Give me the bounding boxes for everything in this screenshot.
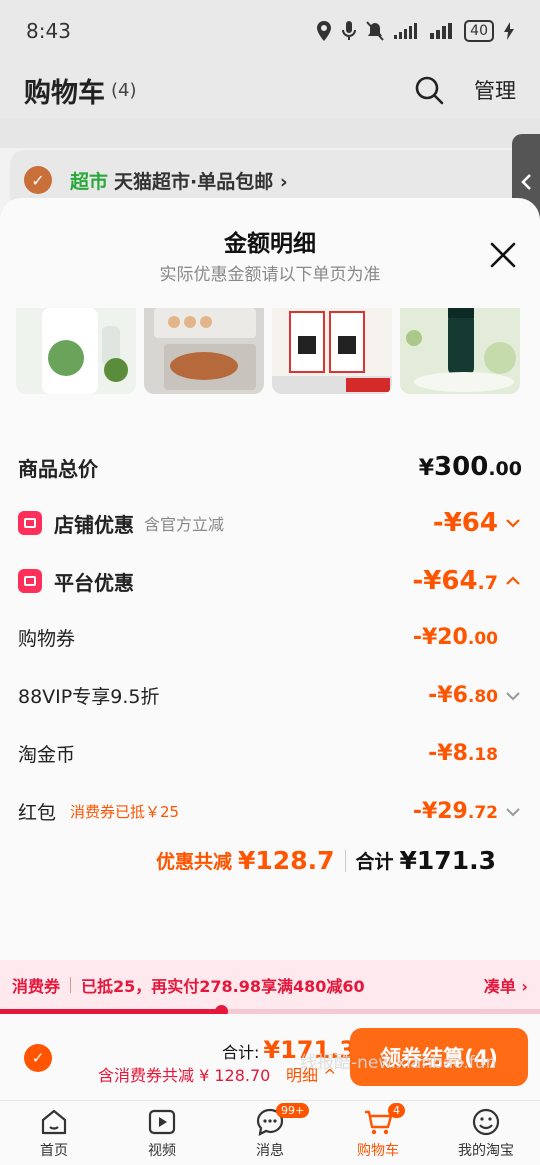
battery-indicator: 40: [464, 20, 494, 42]
item-label: 购物券: [18, 628, 76, 650]
tab-label: 视频: [148, 1143, 176, 1159]
item-label: 红包: [18, 802, 57, 824]
product-thumb-3[interactable]: [272, 308, 392, 394]
product-thumb-1[interactable]: [16, 308, 136, 394]
tab-cart[interactable]: 4 购物车: [324, 1101, 432, 1165]
row-red-packet[interactable]: 红包 消费券已抵￥25 -¥29 .72: [18, 798, 522, 825]
product-thumbnails: [0, 308, 540, 394]
platform-discount-value: -¥64 .7: [412, 566, 498, 596]
mute-icon: [366, 21, 384, 41]
item-value: -¥20 .00: [412, 625, 498, 650]
charging-icon: [504, 22, 514, 40]
product-thumb-4[interactable]: [400, 308, 520, 394]
voucher-tag: 消费券: [12, 977, 61, 996]
cart-badge: 4: [388, 1103, 405, 1118]
row-shopping-voucher: 购物券 -¥20 .00: [18, 624, 522, 651]
goods-total-value: ¥ 300 .00: [418, 452, 522, 482]
status-bar: 8:43 40: [0, 0, 540, 62]
voucher-text: 已抵25，再实付278.98享满480减60: [81, 977, 365, 996]
platform-discount-icon: [18, 569, 42, 593]
chevron-left-icon: [521, 174, 531, 190]
bottom-tab-bar: 首页 视频 99+ 消息 4 购物车 我的淘宝: [0, 1100, 540, 1165]
red-packet-note: 消费券已抵￥25: [70, 803, 180, 821]
checkout-discount-text: 含消费券共减 ¥ 128.70: [98, 1066, 271, 1085]
close-icon[interactable]: [490, 242, 516, 268]
manage-button[interactable]: 管理: [474, 75, 516, 105]
cart-header: 购物车 (4) 管理: [0, 62, 540, 118]
tab-home[interactable]: 首页: [0, 1101, 108, 1165]
cart-count: (4): [111, 79, 137, 101]
location-icon: [317, 21, 332, 41]
platform-discount-label: 平台优惠: [54, 570, 134, 595]
amount-detail-sheet: 金额明细 实际优惠金额请以下单页为准 商品总价 ¥ 300 .00 店铺优惠 含…: [0, 198, 540, 960]
store-discount-icon: [18, 511, 42, 535]
select-all-checkbox[interactable]: ✓: [24, 1044, 52, 1072]
goods-total-label: 商品总价: [18, 456, 98, 481]
store-name: 天猫超市·单品包邮 ›: [114, 170, 288, 193]
watermark: 线报酷-new.xianbao.fun: [300, 1053, 497, 1073]
add-items-link[interactable]: 凑单 ›: [484, 973, 528, 997]
row-88vip-discount[interactable]: 88VIP专享9.5折 -¥6 .80: [18, 682, 522, 709]
store-discount-label: 店铺优惠: [54, 512, 134, 537]
chevron-down-icon: [506, 807, 520, 816]
tab-label: 消息: [256, 1143, 284, 1159]
status-time: 8:43: [26, 19, 71, 43]
item-value: -¥29 .72: [412, 799, 498, 824]
signal-icon-2: [430, 23, 453, 39]
message-badge: 99+: [276, 1103, 310, 1118]
product-thumb-2[interactable]: [144, 308, 264, 394]
status-icons: 40: [316, 20, 514, 42]
chevron-up-icon: [506, 576, 520, 585]
store-discount-value: -¥64: [432, 508, 498, 538]
mic-icon: [342, 21, 357, 40]
checkout-total-label: 合计:: [222, 1043, 260, 1062]
chevron-down-icon: [506, 691, 520, 700]
grand-total-label: 合计: [355, 851, 394, 873]
tab-label: 我的淘宝: [458, 1143, 514, 1159]
store-discount-note: 含官方立减: [144, 515, 225, 534]
row-goods-total: 商品总价 ¥ 300 .00: [18, 452, 522, 482]
voucher-bar[interactable]: 消费券 已抵25，再实付278.98享满480减60 凑单 ›: [0, 960, 540, 1010]
signal-icon-1: [394, 23, 418, 39]
background-product-strip: [0, 118, 540, 148]
checkout-bar: ✓ 合计: ¥171.30 含消费券共减 ¥ 128.70 明细 ^ 领券结算(…: [0, 1014, 540, 1100]
discount-total-value: ¥128.7: [238, 846, 335, 875]
row-platform-discount[interactable]: 平台优惠 -¥64 .7: [18, 566, 522, 596]
row-store-discount[interactable]: 店铺优惠 含官方立减 -¥64: [18, 508, 522, 538]
sheet-title: 金额明细: [224, 231, 316, 257]
store-check-icon: ✓: [24, 166, 52, 194]
page-title: 购物车: [24, 77, 105, 109]
profile-icon: [472, 1108, 500, 1136]
home-icon: [41, 1109, 67, 1135]
tab-label: 购物车: [357, 1143, 399, 1159]
chevron-down-icon: [506, 519, 520, 528]
tab-profile[interactable]: 我的淘宝: [432, 1101, 540, 1165]
item-label: 88VIP专享9.5折: [18, 686, 160, 708]
item-value: -¥6 .80: [428, 683, 498, 708]
video-icon: [148, 1109, 176, 1135]
divider: [344, 849, 346, 872]
amount-summary: 优惠共减 ¥128.7 合计 ¥171.3: [156, 846, 496, 875]
item-label: 淘金币: [18, 744, 76, 766]
tab-messages[interactable]: 99+ 消息: [216, 1101, 324, 1165]
row-taojinbi: 淘金币 -¥8 .18: [18, 740, 522, 767]
divider: [70, 977, 72, 993]
grand-total-value: ¥171.3: [399, 846, 496, 875]
search-icon[interactable]: [414, 75, 444, 105]
item-value: -¥8 .18: [428, 741, 498, 766]
store-tag: 超市: [70, 170, 109, 193]
sheet-subtitle: 实际优惠金额请以下单页为准: [159, 265, 381, 285]
discount-total-label: 优惠共减: [156, 851, 233, 873]
tab-video[interactable]: 视频: [108, 1101, 216, 1165]
tab-label: 首页: [40, 1143, 68, 1159]
